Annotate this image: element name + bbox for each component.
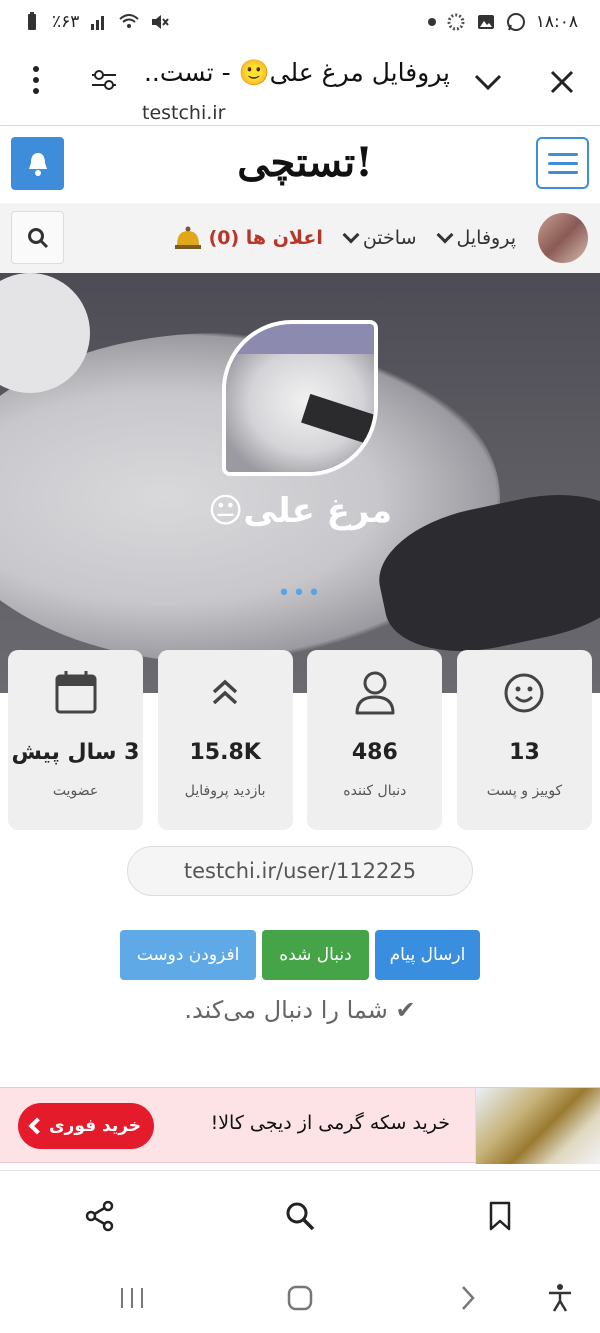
calendar-icon (53, 670, 99, 716)
status-left: ٪۶۳ (22, 12, 170, 32)
chevron-left-icon (28, 1117, 46, 1135)
desk-bell-icon (174, 226, 201, 249)
bookmark-icon[interactable] (480, 1196, 520, 1236)
profile-url[interactable]: testchi.ir/user/112225 (127, 846, 473, 896)
notification-dot-icon (427, 18, 436, 26)
nav-notifications[interactable]: اعلان ها (0) (173, 225, 323, 251)
gallery-icon (477, 15, 494, 29)
status-bar: ٪۶۳ ۱۸:۰۸ (0, 0, 600, 44)
chevron-down-icon (436, 226, 453, 244)
following-button[interactable]: دنبال شده (262, 930, 369, 980)
battery-percent: ٪۶۳ (52, 12, 80, 32)
tab-title: پروفایل مرغ علی🙂 - تست.. (143, 58, 450, 87)
follows-you-text: ✔ شما را دنبال می‌کند. (184, 996, 416, 1024)
signal-icon (91, 16, 105, 30)
battery-icon (28, 12, 36, 30)
profile-actions: ارسال پیام دنبال شده افزودن دوست (120, 930, 480, 980)
status-right: ۱۸:۰۸ (427, 12, 578, 32)
nav-build-label: ساختن (362, 227, 417, 249)
ad-buy-button[interactable]: خرید فوری (18, 1103, 154, 1149)
stat-label: کوییز و پست (486, 783, 563, 799)
mute-icon (152, 15, 170, 29)
stat-value: 15.8K (189, 740, 261, 765)
stat-value: 3 سال پیش (11, 740, 140, 765)
stat-label: دنبال کننده (343, 783, 407, 799)
ad-image (475, 1088, 600, 1164)
stat-membership[interactable]: 3 سال پیش عضویت (8, 650, 143, 830)
stat-value: 13 (509, 740, 540, 765)
wifi-icon (119, 14, 140, 28)
address-url[interactable]: testchi.ir (142, 102, 225, 124)
ad-text: خرید سکه گرمی از دیجی کالا! (210, 1112, 450, 1134)
nav-profile[interactable]: پروفایل (436, 226, 517, 249)
stat-value: 486 (351, 740, 398, 765)
add-friend-button[interactable]: افزودن دوست (120, 930, 256, 980)
ad-buy-label: خرید فوری (48, 1116, 142, 1136)
search-icon (27, 227, 48, 248)
more-options-icon[interactable] (14, 58, 58, 102)
close-icon[interactable] (540, 60, 584, 104)
page-settings-icon[interactable] (82, 58, 126, 102)
search-button[interactable] (11, 211, 64, 264)
browser-bar: پروفایل مرغ علی🙂 - تست.. testchi.ir (0, 44, 600, 126)
stat-label: عضویت (52, 783, 99, 799)
clock: ۱۸:۰۸ (535, 12, 578, 32)
stat-followers[interactable]: 486 دنبال کننده (307, 650, 443, 830)
chevron-down-icon (342, 226, 360, 244)
site-header: تستچی! (0, 127, 600, 203)
nav-profile-label: پروفایل (456, 227, 517, 249)
more-dots-button[interactable]: ••• (0, 581, 600, 606)
profile-cover: مرغ علی😐 ••• (0, 273, 600, 693)
double-chevron-up-icon (202, 670, 248, 716)
search-icon[interactable] (280, 1196, 320, 1236)
stat-views[interactable]: 15.8K بازدید پروفایل (157, 650, 293, 830)
whatsapp-icon (506, 13, 525, 31)
home-icon[interactable] (280, 1278, 320, 1318)
send-message-button[interactable]: ارسال پیام (375, 930, 480, 980)
system-navigation (0, 1260, 600, 1333)
profile-name: مرغ علی😐 (207, 491, 393, 531)
accessibility-icon[interactable] (540, 1278, 580, 1318)
user-icon (352, 670, 398, 716)
ad-banner[interactable]: خرید سکه گرمی از دیجی کالا! خرید فوری (0, 1087, 600, 1164)
stat-label: بازدید پروفایل (184, 783, 266, 799)
smiley-icon (501, 670, 547, 716)
bell-icon (28, 152, 47, 176)
browser-toolbar (0, 1170, 600, 1260)
chevron-down-icon[interactable] (466, 60, 510, 104)
nav-build[interactable]: ساختن (342, 226, 417, 249)
hamburger-menu-icon[interactable] (536, 137, 589, 189)
settings-gear-icon (447, 13, 465, 31)
share-icon[interactable] (80, 1196, 120, 1236)
nav-items: اعلان ها (0) ساختن پروفایل (173, 203, 588, 273)
site-nav: اعلان ها (0) ساختن پروفایل (0, 203, 600, 273)
profile-stats: 13 کوییز و پست 486 دنبال کننده 15.8K باز… (8, 650, 592, 830)
stat-quizzes[interactable]: 13 کوییز و پست (456, 650, 592, 830)
nav-notifications-label: اعلان ها (0) (208, 227, 323, 249)
user-avatar[interactable] (538, 213, 588, 263)
back-icon[interactable] (448, 1278, 488, 1318)
profile-picture[interactable] (222, 320, 378, 476)
site-logo[interactable]: تستچی! (220, 133, 390, 193)
recent-apps-icon[interactable] (112, 1278, 152, 1318)
notification-bell-button[interactable] (11, 137, 64, 190)
